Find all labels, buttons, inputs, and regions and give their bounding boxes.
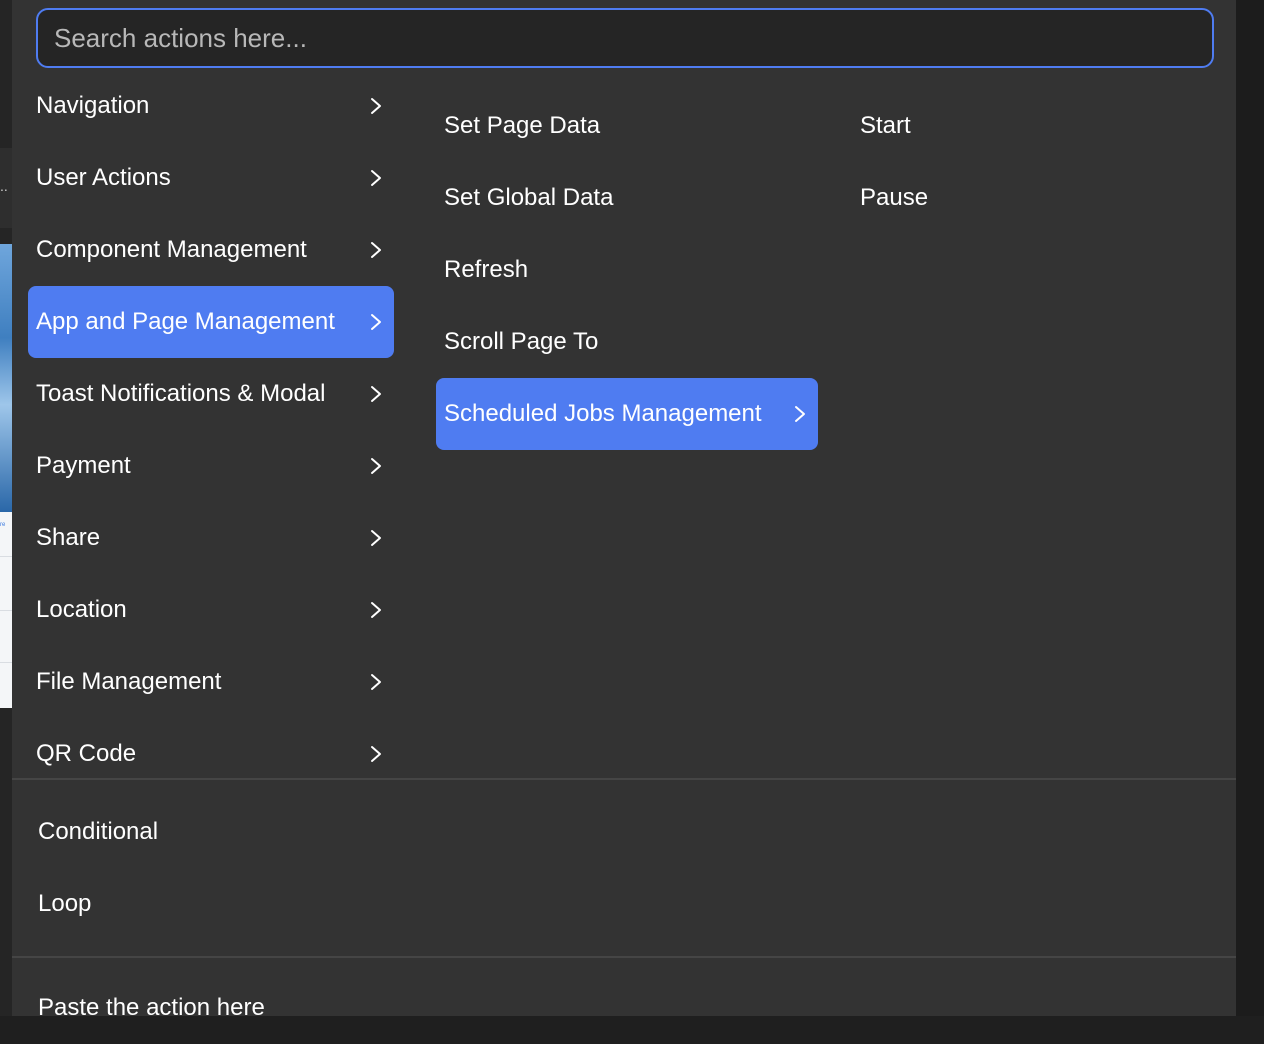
chevron-right-icon [371,386,381,402]
category-label: Navigation [36,92,150,119]
action-set-global-data[interactable]: Set Global Data [436,162,818,234]
action-label: Scroll Page To [444,328,599,355]
action-scheduled-jobs-management[interactable]: Scheduled Jobs Management [436,378,818,450]
chevron-right-icon [371,530,381,546]
action-label: Refresh [444,256,529,283]
action-scroll-page-to[interactable]: Scroll Page To [436,306,818,378]
category-label: Payment [36,452,131,479]
action-refresh[interactable]: Refresh [436,234,818,306]
job-action-pause[interactable]: Pause [852,162,1152,234]
category-label: QR Code [36,740,137,767]
chevron-right-icon [371,458,381,474]
logic-loop[interactable]: Loop [38,868,91,940]
chevron-right-icon [371,170,381,186]
job-action-label: Start [860,112,911,139]
chevron-right-icon [371,674,381,690]
background-ellipsis: .. [0,178,8,194]
category-location[interactable]: Location [28,574,394,646]
chevron-right-icon [371,98,381,114]
background-link: re [0,522,6,528]
category-label: App and Page Management [36,308,335,335]
logic-label: Loop [38,890,92,917]
search-input[interactable] [38,10,1212,66]
category-app-and-page-management[interactable]: App and Page Management [28,286,394,358]
action-label: Set Page Data [444,112,601,139]
section-divider [12,778,1236,780]
category-toast-notifications-modal[interactable]: Toast Notifications & Modal [28,358,394,430]
background-content-card [0,512,12,708]
category-label: User Actions [36,164,171,191]
paste-action-label: Paste the action here [38,994,265,1021]
chevron-right-icon [371,746,381,762]
logic-label: Conditional [38,818,159,845]
category-label: File Management [36,668,222,695]
category-label: Share [36,524,101,551]
paste-action-button[interactable]: Paste the action here [38,972,265,1044]
chevron-right-icon [795,406,805,422]
category-component-management[interactable]: Component Management [28,214,394,286]
job-action-start[interactable]: Start [852,90,1152,162]
action-label: Scheduled Jobs Management [444,400,762,427]
category-navigation[interactable]: Navigation [28,70,394,142]
background-image [0,244,12,512]
logic-conditional[interactable]: Conditional [38,796,158,868]
chevron-right-icon [371,314,381,330]
job-action-label: Pause [860,184,929,211]
chevron-right-icon [371,242,381,258]
section-divider [12,956,1236,958]
action-set-page-data[interactable]: Set Page Data [436,90,818,162]
background-right-edge [1236,0,1264,1016]
action-picker-panel: Navigation User Actions Component Manage… [12,0,1236,1021]
category-label: Toast Notifications & Modal [36,380,326,407]
category-file-management[interactable]: File Management [28,646,394,718]
category-share[interactable]: Share [28,502,394,574]
category-user-actions[interactable]: User Actions [28,142,394,214]
category-label: Location [36,596,127,623]
category-payment[interactable]: Payment [28,430,394,502]
chevron-right-icon [371,602,381,618]
search-box [36,8,1214,68]
action-label: Set Global Data [444,184,614,211]
category-label: Component Management [36,236,307,263]
